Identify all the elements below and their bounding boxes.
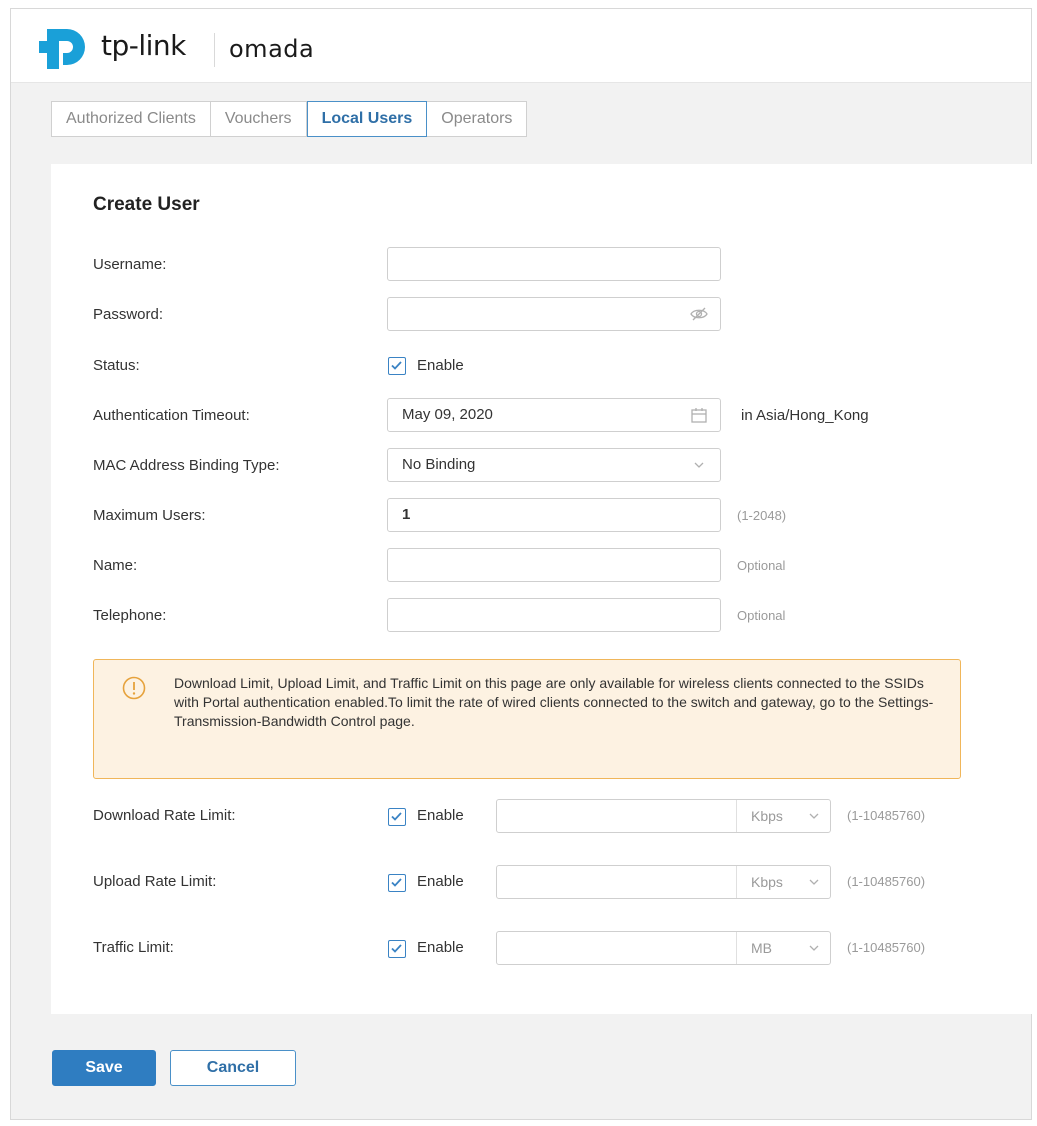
- username-label: Username:: [93, 256, 167, 273]
- telephone-label: Telephone:: [93, 607, 167, 624]
- traffic-limit-unit-select[interactable]: MB: [736, 932, 830, 964]
- timezone-note: in Asia/Hong_Kong: [741, 407, 869, 424]
- calendar-icon[interactable]: [690, 407, 708, 423]
- traffic-limit-input[interactable]: MB: [496, 931, 831, 965]
- traffic-limit-checkbox[interactable]: [388, 940, 406, 958]
- username-input[interactable]: [387, 247, 721, 281]
- checkmark-icon: [391, 944, 402, 953]
- tab-bar: Authorized Clients Vouchers Local Users …: [51, 101, 528, 137]
- auth-timeout-date-input[interactable]: May 09, 2020: [387, 398, 721, 432]
- tab-vouchers[interactable]: Vouchers: [211, 102, 307, 136]
- upload-limit-label: Upload Rate Limit:: [93, 873, 217, 890]
- max-users-label: Maximum Users:: [93, 507, 206, 524]
- upload-limit-enable-label: Enable: [417, 873, 464, 890]
- brand-divider: [214, 33, 215, 67]
- upload-limit-input[interactable]: Kbps: [496, 865, 831, 899]
- checkmark-icon: [391, 361, 402, 370]
- download-limit-enable-label: Enable: [417, 807, 464, 824]
- header: tp-link omada: [11, 9, 1031, 83]
- cancel-button[interactable]: Cancel: [170, 1050, 296, 1086]
- auth-timeout-label: Authentication Timeout:: [93, 407, 250, 424]
- traffic-limit-enable-label: Enable: [417, 939, 464, 956]
- chevron-down-icon: [809, 813, 819, 819]
- mac-binding-value: No Binding: [402, 456, 476, 473]
- download-limit-input[interactable]: Kbps: [496, 799, 831, 833]
- max-users-value: 1: [402, 506, 411, 523]
- status-enable-checkbox[interactable]: [388, 357, 406, 375]
- traffic-limit-label: Traffic Limit:: [93, 939, 174, 956]
- brand-product: omada: [229, 35, 315, 63]
- name-hint: Optional: [737, 558, 786, 573]
- telephone-input[interactable]: [387, 598, 721, 632]
- status-label: Status:: [93, 357, 140, 374]
- download-limit-unit: Kbps: [751, 808, 783, 824]
- download-limit-hint: (1-10485760): [847, 808, 926, 823]
- name-input[interactable]: [387, 548, 721, 582]
- password-input[interactable]: [387, 297, 721, 331]
- app-frame: tp-link omada Authorized Clients Voucher…: [10, 8, 1033, 1120]
- download-limit-checkbox[interactable]: [388, 808, 406, 826]
- save-button[interactable]: Save: [52, 1050, 156, 1086]
- status-enable-label: Enable: [417, 357, 464, 374]
- tab-authorized-clients[interactable]: Authorized Clients: [52, 102, 211, 136]
- tab-operators[interactable]: Operators: [427, 102, 526, 136]
- eye-off-icon[interactable]: [690, 306, 708, 322]
- mac-binding-label: MAC Address Binding Type:: [93, 457, 280, 474]
- max-users-hint: (1-2048): [737, 508, 787, 523]
- chevron-down-icon: [809, 879, 819, 885]
- download-limit-unit-select[interactable]: Kbps: [736, 800, 830, 832]
- checkmark-icon: [391, 878, 402, 887]
- telephone-hint: Optional: [737, 608, 786, 623]
- upload-limit-checkbox[interactable]: [388, 874, 406, 892]
- create-user-panel: Create User Username: Password: Status: …: [51, 164, 1033, 1014]
- tab-local-users[interactable]: Local Users: [306, 101, 428, 137]
- name-label: Name:: [93, 557, 138, 574]
- upload-limit-unit: Kbps: [751, 874, 783, 890]
- auth-timeout-value: May 09, 2020: [402, 406, 493, 423]
- chevron-down-icon: [809, 945, 819, 951]
- checkmark-icon: [391, 812, 402, 821]
- traffic-limit-hint: (1-10485760): [847, 940, 926, 955]
- panel-title: Create User: [93, 194, 200, 215]
- bandwidth-warning: Download Limit, Upload Limit, and Traffi…: [93, 659, 961, 779]
- mac-binding-select[interactable]: No Binding: [387, 448, 721, 482]
- download-limit-label: Download Rate Limit:: [93, 807, 236, 824]
- upload-limit-unit-select[interactable]: Kbps: [736, 866, 830, 898]
- brand-company: tp-link: [101, 29, 186, 62]
- chevron-down-icon: [694, 462, 704, 468]
- max-users-input[interactable]: 1: [387, 498, 721, 532]
- traffic-limit-unit: MB: [751, 940, 772, 956]
- upload-limit-hint: (1-10485760): [847, 874, 926, 889]
- warning-icon: [122, 676, 146, 700]
- password-label: Password:: [93, 306, 164, 323]
- tp-link-logo-icon: [39, 29, 85, 69]
- warning-text: Download Limit, Upload Limit, and Traffi…: [174, 675, 934, 729]
